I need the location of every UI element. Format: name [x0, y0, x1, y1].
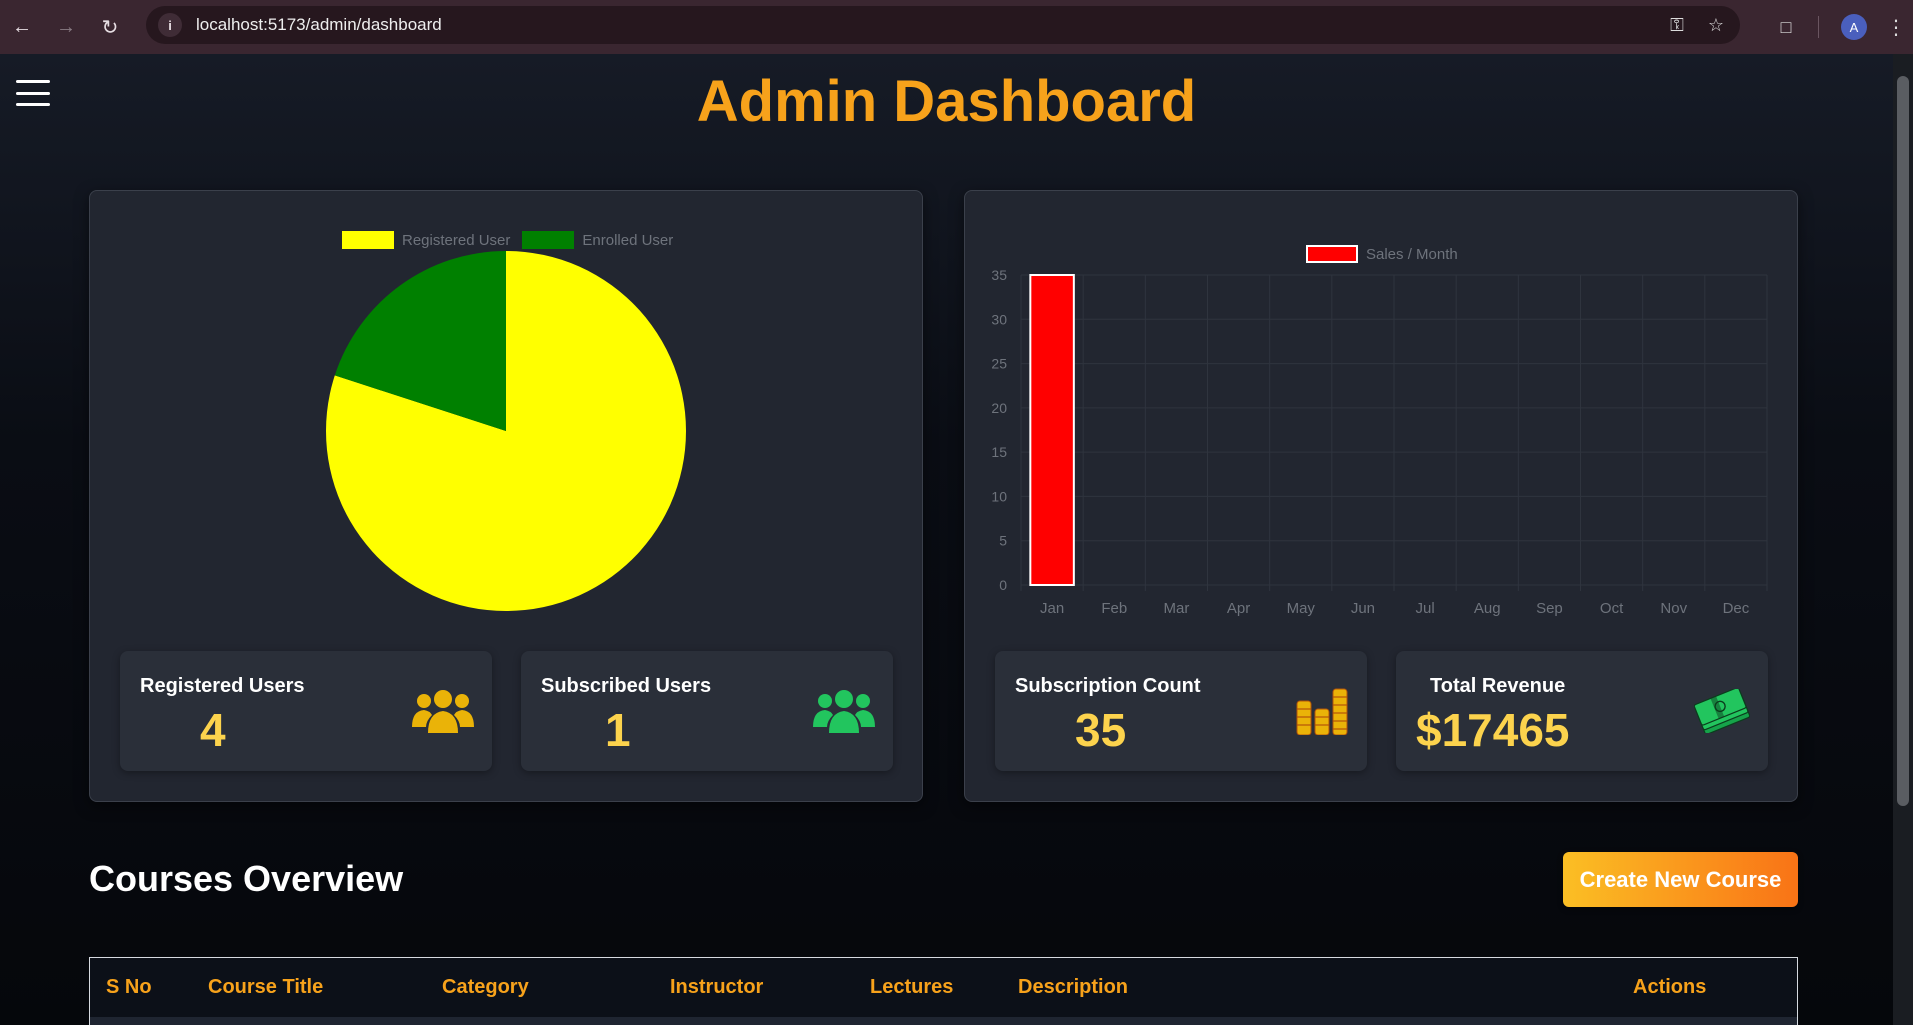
column-header-sno: S No	[106, 976, 152, 998]
users-chart-panel: Registered User Enrolled User Registered…	[89, 190, 923, 802]
browser-toolbar: ← → ↻ i localhost:5173/admin/dashboard ⚿…	[0, 0, 1913, 54]
registered-users-value: 4	[200, 704, 226, 756]
x-tick-label: Sep	[1536, 600, 1563, 617]
subscribed-users-label: Subscribed Users	[541, 675, 712, 697]
x-tick-label: Feb	[1101, 600, 1127, 617]
registered-users-card: Registered Users 4	[120, 651, 492, 771]
legend-label-enrolled[interactable]: Enrolled User	[582, 232, 673, 249]
site-info-icon[interactable]: i	[158, 13, 182, 37]
subscription-count-value: 35	[1075, 704, 1127, 756]
money-icon	[1693, 687, 1751, 738]
coins-icon	[1295, 687, 1349, 740]
dashboard-page: Admin Dashboard Registered User Enrolled…	[0, 54, 1893, 1025]
sales-chart-panel: Sales / Month 0 5 10 15 20 25 30 35 Jan Feb Mar Apr…	[964, 190, 1798, 802]
y-tick-label: 5	[999, 533, 1007, 549]
x-tick-label: Apr	[1227, 600, 1250, 617]
reload-button[interactable]: ↻	[88, 7, 132, 47]
toolbar-separator	[1818, 16, 1819, 38]
profile-avatar[interactable]: A	[1841, 14, 1867, 40]
subscribed-users-card: Subscribed Users 1	[521, 651, 893, 771]
y-tick-label: 25	[991, 356, 1007, 372]
page-scrollbar[interactable]	[1893, 54, 1913, 1025]
x-tick-label: Jun	[1351, 600, 1375, 617]
back-button[interactable]: ←	[0, 7, 44, 47]
y-tick-label: 20	[991, 400, 1007, 416]
users-icon	[813, 689, 875, 738]
courses-overview-title: Courses Overview	[89, 858, 404, 899]
registered-users-label: Registered Users	[140, 675, 305, 697]
x-tick-label: Mar	[1163, 600, 1189, 617]
page-title: Admin Dashboard	[696, 69, 1197, 134]
legend-label-registered[interactable]: Registered User	[402, 232, 510, 249]
subscription-count-label: Subscription Count	[1015, 675, 1201, 697]
bookmark-star-icon[interactable]: ☆	[1708, 15, 1724, 36]
x-tick-label: Dec	[1723, 600, 1750, 617]
y-tick-label: 15	[991, 444, 1007, 460]
column-header-description: Description	[1018, 976, 1129, 998]
users-pie-chart	[326, 251, 687, 611]
password-key-icon[interactable]: ⚿	[1670, 15, 1684, 36]
y-tick-label: 30	[991, 311, 1007, 327]
courses-table-body	[89, 1017, 1798, 1025]
sales-bar-chart: 0 5 10 15 20 25 30 35 Jan Feb Mar Apr May Jun Jul Aug Se…	[991, 267, 1768, 617]
column-header-instructor: Instructor	[670, 976, 764, 998]
column-header-category: Category	[442, 976, 529, 998]
y-tick-label: 0	[999, 577, 1007, 593]
extensions-icon[interactable]: □	[1764, 17, 1808, 38]
y-tick-label: 10	[991, 488, 1007, 504]
legend-swatch-enrolled	[522, 231, 575, 249]
create-course-button[interactable]: Create New Course	[1563, 852, 1798, 907]
bar-jan[interactable]	[1029, 274, 1075, 586]
x-tick-label: May	[1287, 600, 1316, 617]
subscription-count-card: Subscription Count 35	[995, 651, 1367, 771]
x-tick-label: Nov	[1660, 600, 1687, 617]
total-revenue-label: Total Revenue	[1430, 675, 1566, 697]
y-tick-label: 35	[991, 267, 1007, 283]
browser-menu-icon[interactable]: ⋮	[1879, 15, 1913, 40]
pie-legend: Registered User Enrolled User	[342, 231, 673, 249]
total-revenue-value: $17465	[1416, 704, 1570, 756]
courses-table-header: S No Course Title Category Instructor Le…	[89, 957, 1798, 1025]
x-tick-label: Oct	[1600, 600, 1624, 617]
legend-swatch-registered	[342, 231, 394, 249]
column-header-course-title: Course Title	[208, 976, 324, 998]
column-header-actions: Actions	[1633, 976, 1707, 998]
forward-button[interactable]: →	[44, 7, 88, 47]
x-tick-label: Jul	[1415, 600, 1434, 617]
column-header-lectures: Lectures	[870, 976, 954, 998]
scrollbar-thumb[interactable]	[1897, 76, 1909, 806]
total-revenue-card: Total Revenue $17465	[1396, 651, 1768, 771]
x-tick-label: Jan	[1040, 600, 1064, 617]
subscribed-users-value: 1	[605, 704, 631, 756]
users-icon	[412, 689, 474, 738]
address-bar[interactable]: i localhost:5173/admin/dashboard ⚿ ☆	[146, 6, 1740, 44]
x-tick-label: Aug	[1474, 600, 1501, 617]
url-text[interactable]: localhost:5173/admin/dashboard	[196, 15, 442, 35]
